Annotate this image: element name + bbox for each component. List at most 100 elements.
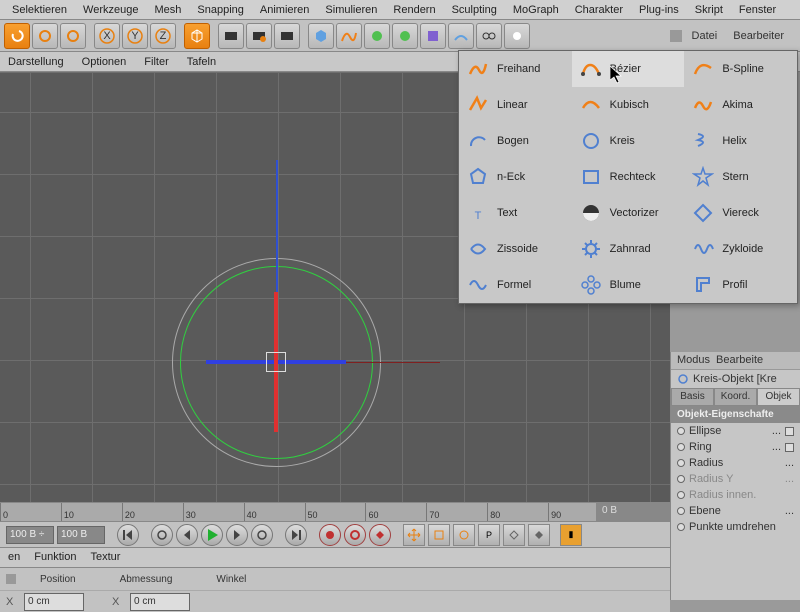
menu-selektieren[interactable]: Selektieren <box>4 1 75 19</box>
redo-button[interactable] <box>32 23 58 49</box>
frame-range-b[interactable] <box>57 526 105 544</box>
spline-blume[interactable]: Blume <box>572 267 685 303</box>
axis-y-button[interactable]: Y <box>122 23 148 49</box>
spline-akima[interactable]: Akima <box>684 87 797 123</box>
ebene-radio[interactable] <box>677 507 685 515</box>
step-back-button[interactable] <box>176 524 198 546</box>
menu-rendern[interactable]: Rendern <box>385 1 443 19</box>
spline-zykloide[interactable]: Zykloide <box>684 231 797 267</box>
spline-zissoide[interactable]: Zissoide <box>459 231 572 267</box>
undo-button[interactable] <box>4 23 30 49</box>
spline-kubisch[interactable]: Kubisch <box>572 87 685 123</box>
spline-viereck[interactable]: Viereck <box>684 195 797 231</box>
menu-animieren[interactable]: Animieren <box>252 1 318 19</box>
menu-werkzeuge[interactable]: Werkzeuge <box>75 1 146 19</box>
spline-profil[interactable]: Profil <box>684 267 797 303</box>
spline-bspline[interactable]: B-Spline <box>684 51 797 87</box>
tab-textur[interactable]: Textur <box>90 551 120 564</box>
render-settings-button[interactable] <box>274 23 300 49</box>
ruler-end-field[interactable]: 0 B <box>596 502 670 522</box>
menu-charakter[interactable]: Charakter <box>567 1 631 19</box>
ring-check[interactable] <box>785 443 794 452</box>
spline-bogen[interactable]: Bogen <box>459 123 572 159</box>
scale-mode-button[interactable] <box>428 524 450 546</box>
spline-button[interactable] <box>336 23 362 49</box>
environment-button[interactable] <box>448 23 474 49</box>
menu-mesh[interactable]: Mesh <box>146 1 189 19</box>
primitive-button[interactable] <box>308 23 334 49</box>
axis-x-button[interactable]: X <box>94 23 120 49</box>
spline-stern[interactable]: Stern <box>684 159 797 195</box>
menu-skript[interactable]: Skript <box>687 1 731 19</box>
ellipse-radio[interactable] <box>677 427 685 435</box>
ellipse-check[interactable] <box>785 427 794 436</box>
sub-tafeln[interactable]: Tafeln <box>187 56 216 68</box>
tab-funktion[interactable]: Funktion <box>34 551 76 564</box>
pos-x-input[interactable] <box>24 593 84 611</box>
radius-radio[interactable] <box>677 459 685 467</box>
size-x-input[interactable] <box>130 593 190 611</box>
autokey-button[interactable] <box>344 524 366 546</box>
camera-button[interactable] <box>476 23 502 49</box>
tab-koord[interactable]: Koord. <box>714 388 757 406</box>
prev-key-button[interactable] <box>151 524 173 546</box>
ring-radio[interactable] <box>677 443 685 451</box>
render-region-button[interactable] <box>246 23 272 49</box>
menu-fenster[interactable]: Fenster <box>731 1 784 19</box>
keymode-button[interactable] <box>369 524 391 546</box>
sub-darstellung[interactable]: Darstellung <box>8 56 64 68</box>
key-sel-button[interactable] <box>503 524 525 546</box>
tab-objekt[interactable]: Objek <box>757 388 800 406</box>
play-button[interactable] <box>201 524 223 546</box>
sub-filter[interactable]: Filter <box>144 56 168 68</box>
render-button[interactable] <box>218 23 244 49</box>
record-button[interactable] <box>319 524 341 546</box>
extra-button[interactable]: ▮ <box>560 524 582 546</box>
timeline-ruler[interactable]: 0 10 20 30 40 50 60 70 80 90 100 <box>0 502 670 522</box>
frame-range-a[interactable] <box>6 526 54 544</box>
menu-sculpting[interactable]: Sculpting <box>444 1 505 19</box>
step-fwd-button[interactable] <box>226 524 248 546</box>
gizmo-center[interactable] <box>266 352 286 372</box>
rp-bearbeiten[interactable]: Bearbeite <box>716 354 763 367</box>
spline-linear[interactable]: Linear <box>459 87 572 123</box>
goto-end-button[interactable] <box>285 524 307 546</box>
topright-bearbeiten[interactable]: Bearbeiter <box>727 27 790 45</box>
spline-freihand[interactable]: Freihand <box>459 51 572 87</box>
spline-bezier[interactable]: Bézier <box>572 51 685 87</box>
sub-optionen[interactable]: Optionen <box>82 56 127 68</box>
menu-plugins[interactable]: Plug-ins <box>631 1 687 19</box>
spline-kreis[interactable]: Kreis <box>572 123 685 159</box>
key-all-button[interactable] <box>528 524 550 546</box>
goto-start-button[interactable] <box>117 524 139 546</box>
cube-button[interactable] <box>184 23 210 49</box>
redo2-button[interactable] <box>60 23 86 49</box>
move-mode-button[interactable] <box>403 524 425 546</box>
spline-popup[interactable]: Freihand Bézier B-Spline Linear Kubisch … <box>458 50 798 304</box>
generator2-button[interactable] <box>392 23 418 49</box>
spline-helix[interactable]: Helix <box>684 123 797 159</box>
generator-button[interactable] <box>364 23 390 49</box>
main-menu[interactable]: Selektieren Werkzeuge Mesh Snapping Anim… <box>0 0 800 20</box>
menu-snapping[interactable]: Snapping <box>189 1 252 19</box>
rotate-mode-button[interactable] <box>453 524 475 546</box>
menu-simulieren[interactable]: Simulieren <box>317 1 385 19</box>
umdrehen-radio[interactable] <box>677 523 685 531</box>
spline-formel[interactable]: Formel <box>459 267 572 303</box>
spline-zahnrad[interactable]: Zahnrad <box>572 231 685 267</box>
axis-z-button[interactable]: Z <box>150 23 176 49</box>
rp-modus[interactable]: Modus <box>677 354 710 367</box>
menu-mograph[interactable]: MoGraph <box>505 1 567 19</box>
tab-en[interactable]: en <box>8 551 20 564</box>
tab-basis[interactable]: Basis <box>671 388 714 406</box>
bottom-tabs[interactable]: en Funktion Textur <box>0 548 670 568</box>
next-key-button[interactable] <box>251 524 273 546</box>
topright-datei[interactable]: Datei <box>686 27 724 45</box>
spline-text[interactable]: TText <box>459 195 572 231</box>
spline-vectorizer[interactable]: Vectorizer <box>572 195 685 231</box>
deformer-button[interactable] <box>420 23 446 49</box>
light-button[interactable] <box>504 23 530 49</box>
spline-rechteck[interactable]: Rechteck <box>572 159 685 195</box>
param-mode-button[interactable]: P <box>478 524 500 546</box>
spline-neck[interactable]: n-Eck <box>459 159 572 195</box>
